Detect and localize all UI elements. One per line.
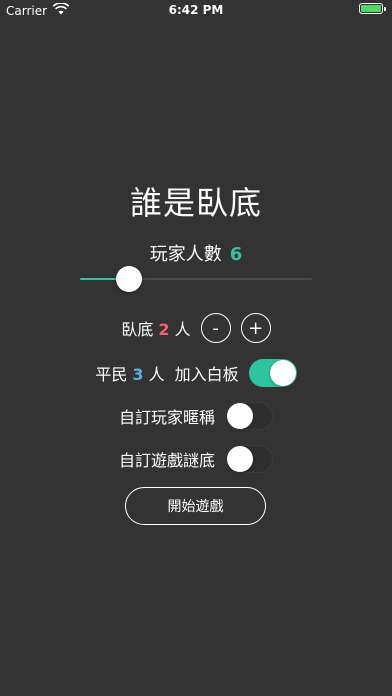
custom-words-row: 自訂遊戲謎底 xyxy=(0,444,392,474)
status-time: 6:42 PM xyxy=(168,3,224,17)
custom-nickname-label: 自訂玩家暱稱 xyxy=(118,408,215,427)
app-title: 誰是臥底 xyxy=(129,184,262,222)
battery-tip xyxy=(384,6,386,11)
spy-decrease-button[interactable]: - xyxy=(200,313,231,343)
toggle-knob xyxy=(269,360,296,386)
custom-words-label: 自訂遊戲謎底 xyxy=(118,451,215,470)
player-count-slider[interactable] xyxy=(80,266,312,292)
spy-unit: 人 xyxy=(174,320,191,339)
blank-toggle[interactable] xyxy=(248,359,297,387)
slider-thumb[interactable] xyxy=(115,266,142,292)
spy-count: 2 xyxy=(158,320,170,339)
status-bar: Carrier 6:42 PM xyxy=(0,0,392,20)
blank-label: 加入白板 xyxy=(174,365,239,384)
civilian-unit: 人 xyxy=(148,365,165,384)
civilian-text: 平民 3 人 xyxy=(95,361,164,385)
toggle-knob xyxy=(227,403,253,429)
civilian-row: 平民 3 人 加入白板 xyxy=(0,358,392,388)
civilian-label: 平民 xyxy=(95,365,128,384)
spy-text: 臥底 2 人 xyxy=(121,316,190,340)
spy-increase-button[interactable]: + xyxy=(240,313,271,343)
custom-words-toggle[interactable] xyxy=(225,445,273,473)
spy-label: 臥底 xyxy=(121,320,154,339)
status-right xyxy=(359,3,386,14)
civilian-count: 3 xyxy=(132,365,144,384)
start-game-button[interactable]: 開始遊戲 xyxy=(125,487,266,525)
player-count: 玩家人數 6 xyxy=(0,240,392,266)
custom-nickname-toggle[interactable] xyxy=(225,402,273,430)
spy-row: 臥底 2 人 - + xyxy=(0,313,392,343)
battery-icon xyxy=(359,3,383,14)
custom-nickname-row: 自訂玩家暱稱 xyxy=(0,401,392,431)
player-count-value: 6 xyxy=(229,244,243,265)
player-count-label: 玩家人數 xyxy=(149,244,222,265)
toggle-knob xyxy=(227,446,253,472)
